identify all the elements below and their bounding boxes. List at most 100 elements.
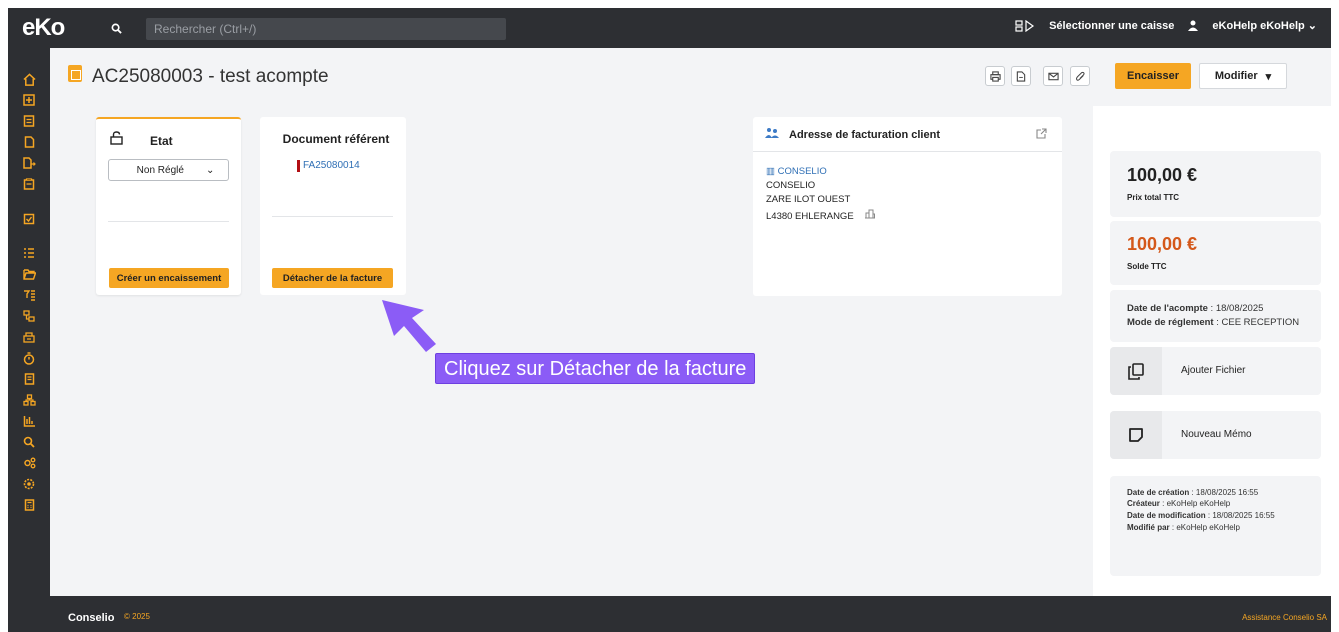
modified-by-row: Modifié par : eKoHelp eKoHelp: [1127, 523, 1240, 532]
sidebar: [8, 48, 50, 596]
new-memo-card[interactable]: Nouveau Mémo: [1110, 411, 1321, 459]
memo-icon: [1110, 411, 1162, 459]
footer-year: © 2025: [124, 612, 150, 621]
calculator-icon[interactable]: [22, 498, 36, 512]
annotation-callout: Cliquez sur Détacher de la facture: [435, 353, 756, 384]
app-logo[interactable]: eKo: [22, 14, 65, 42]
created-value: 18/08/2025 16:55: [1195, 488, 1259, 497]
organization-icon[interactable]: [22, 393, 36, 407]
etat-title: Etat: [150, 134, 173, 148]
folder-doc-icon[interactable]: [22, 177, 36, 191]
address-street: ZARE ILOT OUEST: [766, 194, 851, 205]
address-name: CONSELIO: [766, 180, 816, 191]
new-memo-label: Nouveau Mémo: [1181, 429, 1252, 440]
divider: [108, 221, 229, 222]
document-type-icon: [68, 65, 82, 82]
unlock-icon: [110, 131, 123, 145]
search-icon[interactable]: [106, 18, 126, 38]
encaisser-button[interactable]: Encaisser: [1115, 63, 1191, 89]
mode-label: Mode de réglement: [1127, 317, 1214, 328]
pdf-button[interactable]: [1011, 66, 1031, 86]
people-icon: [765, 127, 779, 142]
modifier-dropdown[interactable]: Modifier ▾: [1199, 63, 1287, 89]
user-menu[interactable]: eKoHelp eKoHelp ⌄: [1212, 19, 1317, 32]
list-doc-icon[interactable]: [22, 114, 36, 128]
mode-value: CEE RECEPTION: [1221, 317, 1300, 328]
structure-icon[interactable]: [22, 309, 36, 323]
filter-list-icon[interactable]: [22, 288, 36, 302]
date-acompte-label: Date de l'acompte: [1127, 303, 1208, 314]
print-button[interactable]: [985, 66, 1005, 86]
folder-open-icon[interactable]: [22, 267, 36, 281]
building-icon: ▥: [766, 166, 775, 177]
document-ref-link[interactable]: FA25080014: [303, 160, 360, 171]
home-icon[interactable]: [22, 72, 36, 86]
pdf-icon: [1016, 70, 1026, 82]
solde-label: Solde TTC: [1127, 262, 1167, 271]
search-input[interactable]: Rechercher (Ctrl+/): [146, 18, 506, 40]
status-select[interactable]: Non Réglé ⌄: [108, 159, 229, 181]
creator-value: eKoHelp eKoHelp: [1166, 499, 1231, 508]
document-ref-title: Document référent: [282, 132, 390, 146]
top-bar: eKo Rechercher (Ctrl+/) Sélectionner une…: [8, 8, 1331, 48]
bar-chart-icon[interactable]: [22, 414, 36, 428]
chevron-down-icon: ⌄: [1307, 20, 1317, 32]
date-acompte-row: Date de l'acompte : 18/08/2025: [1127, 303, 1264, 314]
email-button[interactable]: [1043, 66, 1063, 86]
address-title: Adresse de facturation client: [789, 129, 940, 141]
created-row: Date de création : 18/08/2025 16:55: [1127, 488, 1259, 497]
select-caisse-button[interactable]: Sélectionner une caisse: [1049, 20, 1174, 32]
mail-icon: [1047, 72, 1059, 80]
divider: [272, 216, 393, 217]
footer-brand: Conselio: [68, 612, 115, 624]
date-acompte-value: 18/08/2025: [1215, 303, 1264, 314]
timer-icon[interactable]: [22, 351, 36, 365]
settings-icon[interactable]: [22, 456, 36, 470]
company-row[interactable]: ▥ CONSELIO: [766, 166, 827, 177]
modifier-label: Modifier: [1214, 70, 1258, 82]
caret-down-icon: ▾: [1265, 70, 1272, 83]
print-icon: [989, 70, 1001, 82]
footer: [8, 596, 1331, 632]
detach-invoice-button[interactable]: Détacher de la facture: [272, 268, 393, 288]
copy-file-icon: [1110, 347, 1162, 395]
cash-register-icon[interactable]: [1015, 19, 1035, 32]
search-sidebar-icon[interactable]: [22, 435, 36, 449]
total-label: Prix total TTC: [1127, 193, 1180, 202]
total-value: 100,00 €: [1127, 165, 1198, 185]
modified-by-label: Modifié par: [1127, 523, 1170, 532]
address-city-row: L4380 EHLERANGE: [766, 208, 876, 222]
modified-value: 18/08/2025 16:55: [1212, 511, 1275, 520]
footer-help-link[interactable]: Assistance Conselio SA: [1242, 613, 1327, 622]
mode-row: Mode de réglement : CEE RECEPTION: [1127, 317, 1300, 328]
tasks-icon[interactable]: [22, 246, 36, 260]
external-link-icon[interactable]: [1036, 128, 1047, 142]
create-encaissement-button[interactable]: Créer un encaissement: [109, 268, 229, 288]
address-city: L4380 EHLERANGE: [766, 211, 854, 222]
page-title: AC25080003 - test acompte: [92, 66, 329, 87]
creator-row: Créateur : eKoHelp eKoHelp: [1127, 499, 1231, 508]
status-value: Non Réglé: [136, 164, 184, 176]
add-box-icon[interactable]: [22, 93, 36, 107]
payment-info-card: [1110, 290, 1321, 342]
ledger-icon[interactable]: [22, 372, 36, 386]
map-icon[interactable]: [864, 209, 876, 222]
solde-value: 100,00 €: [1127, 234, 1198, 254]
address-card: [753, 117, 1062, 296]
created-label: Date de création: [1127, 488, 1190, 497]
company-link[interactable]: CONSELIO: [778, 166, 827, 177]
creator-label: Créateur: [1127, 499, 1160, 508]
add-file-card[interactable]: Ajouter Fichier: [1110, 347, 1321, 395]
admin-gear-icon[interactable]: [22, 477, 36, 491]
annotation-arrow: [378, 296, 440, 361]
document-icon[interactable]: [22, 135, 36, 149]
ref-marker: [297, 160, 300, 172]
document-export-icon[interactable]: [22, 156, 36, 170]
add-file-label: Ajouter Fichier: [1181, 365, 1246, 376]
attach-button[interactable]: [1070, 66, 1090, 86]
stock-icon[interactable]: [22, 330, 36, 344]
modified-row: Date de modification : 18/08/2025 16:55: [1127, 511, 1275, 520]
checklist-icon[interactable]: [22, 212, 36, 226]
divider: [753, 151, 1062, 152]
user-name: eKoHelp eKoHelp: [1212, 20, 1305, 32]
